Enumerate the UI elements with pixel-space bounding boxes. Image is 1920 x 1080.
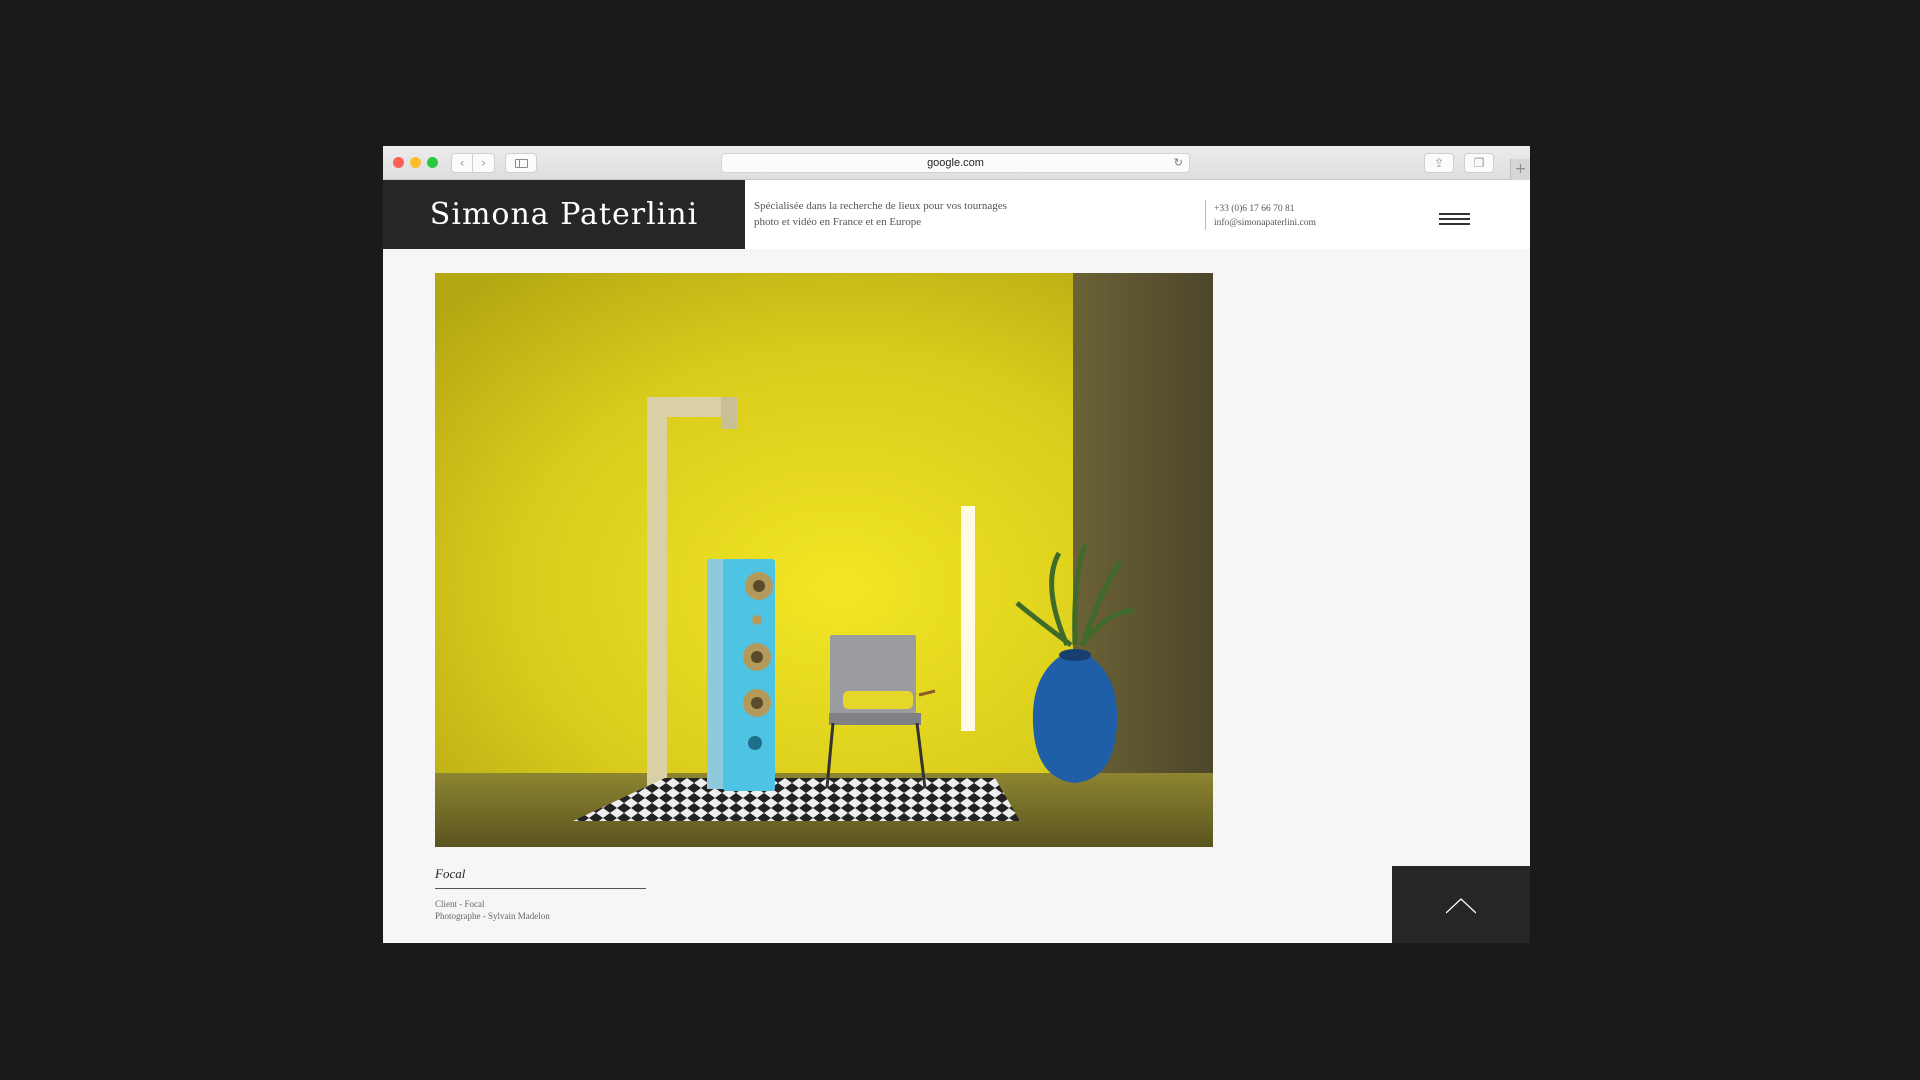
plus-icon: + <box>1514 161 1527 177</box>
project-title: Focal <box>435 866 466 881</box>
back-button[interactable]: ‹ <box>451 153 473 173</box>
browser-toolbar: ‹ › google.com ↻ ⇪ ❐ + <box>383 146 1530 180</box>
close-window-button[interactable] <box>393 157 404 168</box>
email-link[interactable]: info@simonapaterlini.com <box>1214 216 1316 230</box>
browser-window: ‹ › google.com ↻ ⇪ ❐ + Simona Paterlini … <box>383 146 1530 943</box>
back-to-top-button[interactable] <box>1392 866 1530 943</box>
url-text: google.com <box>927 157 984 169</box>
site-tagline: Spécialisée dans la recherche de lieux p… <box>754 198 1064 230</box>
tabs-icon: ❐ <box>1473 156 1485 170</box>
sidebar-toggle-button[interactable] <box>505 153 537 173</box>
zoom-window-button[interactable] <box>427 157 438 168</box>
photo-illustration <box>435 273 1213 847</box>
phone-number[interactable]: +33 (0)6 17 66 70 81 <box>1214 202 1316 216</box>
caption-divider <box>435 888 646 889</box>
address-bar[interactable]: google.com ↻ <box>721 153 1190 173</box>
site-logo[interactable]: Simona Paterlini <box>383 180 745 249</box>
share-button[interactable]: ⇪ <box>1424 153 1454 173</box>
contact-info: +33 (0)6 17 66 70 81 info@simonapaterlin… <box>1214 202 1316 230</box>
project-photo <box>435 273 1213 847</box>
photographer-credit: Photographe - Sylvain Madelon <box>435 911 550 921</box>
tagline-line: photo et vidéo en France et en Europe <box>754 216 922 228</box>
tabs-overview-button[interactable]: ❐ <box>1464 153 1494 173</box>
chevron-left-icon: ‹ <box>459 156 465 170</box>
project-credits: Client - Focal Photographe - Sylvain Mad… <box>435 898 646 922</box>
project-caption: Focal Client - Focal Photographe - Sylva… <box>435 866 646 922</box>
header-divider <box>1205 200 1206 230</box>
reload-icon[interactable]: ↻ <box>1174 156 1183 169</box>
share-icon: ⇪ <box>1433 156 1445 170</box>
site-header: Simona Paterlini Spécialisée dans la rec… <box>383 180 1530 249</box>
chevron-right-icon: › <box>481 156 486 170</box>
forward-button[interactable]: › <box>473 153 495 173</box>
client-credit: Client - Focal <box>435 899 485 909</box>
minimize-window-button[interactable] <box>410 157 421 168</box>
hamburger-menu-icon[interactable] <box>1439 213 1470 226</box>
chevron-up-icon <box>1446 898 1476 914</box>
new-tab-button[interactable]: + <box>1510 159 1530 180</box>
sidebar-icon <box>514 159 528 168</box>
tagline-line: Spécialisée dans la recherche de lieux p… <box>754 200 1007 212</box>
